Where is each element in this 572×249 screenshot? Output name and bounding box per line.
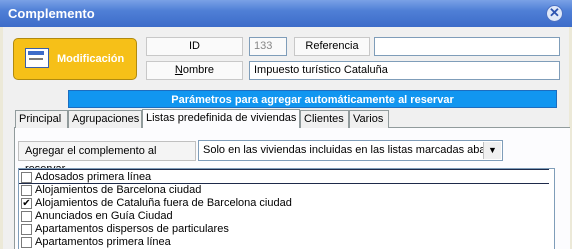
window-title: Complemento bbox=[8, 6, 95, 21]
list-item-label: Alojamientos de Cataluña fuera de Barcel… bbox=[35, 197, 292, 209]
tab-clientes[interactable]: Clientes bbox=[300, 110, 349, 128]
close-button[interactable]: ✕ bbox=[546, 5, 563, 22]
referencia-field[interactable] bbox=[374, 37, 560, 56]
list-item-label: Alojamientos de Barcelona ciudad bbox=[35, 184, 202, 196]
list-item-checkbox-checked[interactable]: ✔ bbox=[21, 198, 32, 209]
list-item-checkbox[interactable] bbox=[21, 211, 32, 222]
nombre-field[interactable]: Impuesto turístico Cataluña bbox=[249, 61, 560, 80]
id-field: 133 bbox=[249, 37, 287, 56]
referencia-label: Referencia bbox=[294, 37, 370, 56]
agregar-label: Agregar el complemento al reservar bbox=[18, 141, 196, 175]
list-item-checkbox[interactable] bbox=[21, 237, 32, 248]
tab-agrupaciones[interactable]: Agrupaciones bbox=[68, 110, 142, 128]
modification-mode-button[interactable]: Modificación bbox=[13, 38, 137, 80]
agregar-select[interactable]: Solo en las viviendas incluidas en las l… bbox=[198, 140, 503, 161]
nombre-label-rest: ombre bbox=[182, 64, 215, 76]
agregar-select-value: Solo en las viviendas incluidas en las l… bbox=[203, 144, 483, 156]
list-item[interactable]: Alojamientos de Barcelona ciudad bbox=[19, 184, 539, 197]
tab-principal[interactable]: Principal bbox=[15, 110, 68, 128]
list-separator bbox=[19, 169, 549, 170]
tab-listas-predefinida-de-viviendas[interactable]: Listas predefinida de viviendas bbox=[142, 109, 300, 128]
list-item[interactable]: ✔ Alojamientos de Cataluña fuera de Barc… bbox=[19, 197, 539, 210]
list-item-checkbox[interactable] bbox=[21, 172, 32, 183]
id-label: ID bbox=[146, 37, 243, 56]
viviendas-list[interactable]: Adosados primera línea Alojamientos de B… bbox=[18, 168, 555, 249]
section-banner: Parámetros para agregar automáticamente … bbox=[68, 90, 557, 108]
list-item-checkbox[interactable] bbox=[21, 185, 32, 196]
complemento-window: Complemento ✕ Modificación ID 133 Refere… bbox=[0, 0, 572, 249]
list-item-label: Anunciados en Guía Ciudad bbox=[35, 210, 173, 222]
list-item[interactable]: Anunciados en Guía Ciudad bbox=[19, 210, 539, 223]
list-item[interactable]: Apartamentos dispersos de particulares bbox=[19, 223, 539, 236]
list-item-checkbox[interactable] bbox=[21, 224, 32, 235]
close-icon: ✕ bbox=[549, 5, 560, 20]
title-bar: Complemento ✕ bbox=[0, 0, 572, 27]
list-item[interactable]: Apartamentos primera línea bbox=[19, 236, 539, 249]
chevron-down-icon[interactable]: ▼ bbox=[483, 142, 501, 159]
nombre-label-accesskey: N bbox=[174, 64, 183, 76]
nombre-label: Nombre bbox=[146, 61, 243, 80]
edit-form-icon bbox=[25, 48, 49, 68]
list-item-label: Apartamentos dispersos de particulares bbox=[35, 223, 229, 235]
tab-varios[interactable]: Varios bbox=[349, 110, 389, 128]
mode-button-label: Modificación bbox=[57, 53, 125, 65]
list-item-label: Apartamentos primera línea bbox=[35, 236, 171, 248]
